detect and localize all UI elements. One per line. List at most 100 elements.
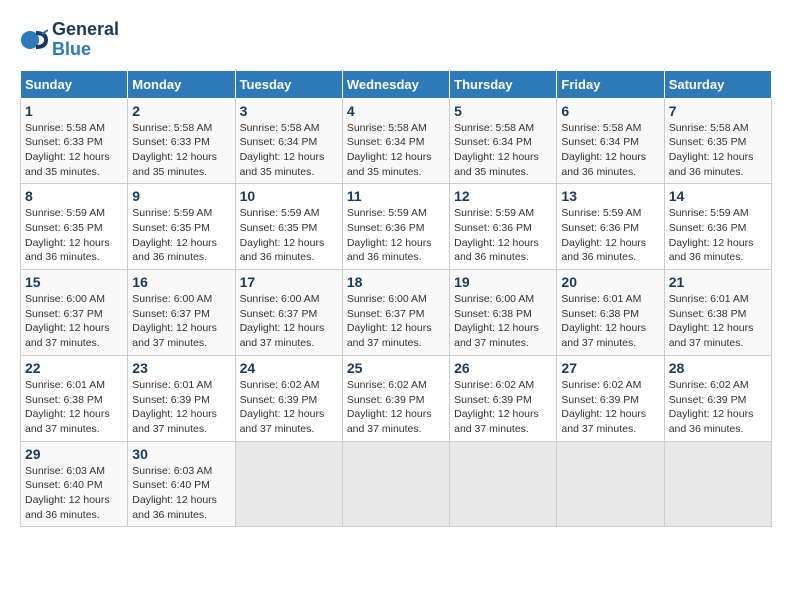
day-info: Sunrise: 5:59 AM Sunset: 6:35 PM Dayligh… xyxy=(25,206,123,265)
day-number: 24 xyxy=(240,360,338,376)
day-number: 5 xyxy=(454,103,552,119)
day-cell: 5 Sunrise: 5:58 AM Sunset: 6:34 PM Dayli… xyxy=(450,98,557,184)
column-header-friday: Friday xyxy=(557,70,664,98)
day-cell: 27 Sunrise: 6:02 AM Sunset: 6:39 PM Dayl… xyxy=(557,355,664,441)
day-cell: 12 Sunrise: 5:59 AM Sunset: 6:36 PM Dayl… xyxy=(450,184,557,270)
day-cell: 22 Sunrise: 6:01 AM Sunset: 6:38 PM Dayl… xyxy=(21,355,128,441)
column-header-sunday: Sunday xyxy=(21,70,128,98)
day-cell xyxy=(557,441,664,527)
day-info: Sunrise: 5:58 AM Sunset: 6:35 PM Dayligh… xyxy=(669,121,767,180)
day-info: Sunrise: 5:58 AM Sunset: 6:34 PM Dayligh… xyxy=(240,121,338,180)
day-number: 1 xyxy=(25,103,123,119)
column-header-thursday: Thursday xyxy=(450,70,557,98)
column-header-saturday: Saturday xyxy=(664,70,771,98)
day-cell: 18 Sunrise: 6:00 AM Sunset: 6:37 PM Dayl… xyxy=(342,270,449,356)
day-info: Sunrise: 6:03 AM Sunset: 6:40 PM Dayligh… xyxy=(132,464,230,523)
day-cell: 20 Sunrise: 6:01 AM Sunset: 6:38 PM Dayl… xyxy=(557,270,664,356)
day-info: Sunrise: 6:01 AM Sunset: 6:38 PM Dayligh… xyxy=(669,292,767,351)
day-number: 11 xyxy=(347,188,445,204)
day-number: 14 xyxy=(669,188,767,204)
day-info: Sunrise: 5:59 AM Sunset: 6:36 PM Dayligh… xyxy=(669,206,767,265)
day-number: 17 xyxy=(240,274,338,290)
day-cell: 14 Sunrise: 5:59 AM Sunset: 6:36 PM Dayl… xyxy=(664,184,771,270)
calendar-table: SundayMondayTuesdayWednesdayThursdayFrid… xyxy=(20,70,772,528)
day-info: Sunrise: 6:02 AM Sunset: 6:39 PM Dayligh… xyxy=(669,378,767,437)
day-cell: 17 Sunrise: 6:00 AM Sunset: 6:37 PM Dayl… xyxy=(235,270,342,356)
column-header-tuesday: Tuesday xyxy=(235,70,342,98)
day-number: 3 xyxy=(240,103,338,119)
day-info: Sunrise: 6:02 AM Sunset: 6:39 PM Dayligh… xyxy=(240,378,338,437)
day-info: Sunrise: 5:58 AM Sunset: 6:34 PM Dayligh… xyxy=(454,121,552,180)
day-info: Sunrise: 5:59 AM Sunset: 6:36 PM Dayligh… xyxy=(347,206,445,265)
day-number: 20 xyxy=(561,274,659,290)
day-number: 22 xyxy=(25,360,123,376)
day-cell: 26 Sunrise: 6:02 AM Sunset: 6:39 PM Dayl… xyxy=(450,355,557,441)
week-row-1: 1 Sunrise: 5:58 AM Sunset: 6:33 PM Dayli… xyxy=(21,98,772,184)
day-info: Sunrise: 6:00 AM Sunset: 6:37 PM Dayligh… xyxy=(132,292,230,351)
day-cell: 2 Sunrise: 5:58 AM Sunset: 6:33 PM Dayli… xyxy=(128,98,235,184)
day-cell: 19 Sunrise: 6:00 AM Sunset: 6:38 PM Dayl… xyxy=(450,270,557,356)
day-info: Sunrise: 5:58 AM Sunset: 6:34 PM Dayligh… xyxy=(561,121,659,180)
day-cell: 11 Sunrise: 5:59 AM Sunset: 6:36 PM Dayl… xyxy=(342,184,449,270)
day-number: 15 xyxy=(25,274,123,290)
day-number: 12 xyxy=(454,188,552,204)
header-row: SundayMondayTuesdayWednesdayThursdayFrid… xyxy=(21,70,772,98)
day-cell xyxy=(342,441,449,527)
day-cell: 24 Sunrise: 6:02 AM Sunset: 6:39 PM Dayl… xyxy=(235,355,342,441)
day-info: Sunrise: 6:00 AM Sunset: 6:38 PM Dayligh… xyxy=(454,292,552,351)
day-number: 16 xyxy=(132,274,230,290)
day-cell: 16 Sunrise: 6:00 AM Sunset: 6:37 PM Dayl… xyxy=(128,270,235,356)
day-number: 23 xyxy=(132,360,230,376)
week-row-4: 22 Sunrise: 6:01 AM Sunset: 6:38 PM Dayl… xyxy=(21,355,772,441)
day-cell: 28 Sunrise: 6:02 AM Sunset: 6:39 PM Dayl… xyxy=(664,355,771,441)
day-cell: 8 Sunrise: 5:59 AM Sunset: 6:35 PM Dayli… xyxy=(21,184,128,270)
day-number: 13 xyxy=(561,188,659,204)
day-number: 4 xyxy=(347,103,445,119)
day-number: 10 xyxy=(240,188,338,204)
day-number: 19 xyxy=(454,274,552,290)
day-info: Sunrise: 5:59 AM Sunset: 6:36 PM Dayligh… xyxy=(454,206,552,265)
day-info: Sunrise: 6:00 AM Sunset: 6:37 PM Dayligh… xyxy=(240,292,338,351)
day-number: 29 xyxy=(25,446,123,462)
day-cell: 4 Sunrise: 5:58 AM Sunset: 6:34 PM Dayli… xyxy=(342,98,449,184)
day-number: 30 xyxy=(132,446,230,462)
column-header-monday: Monday xyxy=(128,70,235,98)
day-info: Sunrise: 6:02 AM Sunset: 6:39 PM Dayligh… xyxy=(454,378,552,437)
day-cell: 30 Sunrise: 6:03 AM Sunset: 6:40 PM Dayl… xyxy=(128,441,235,527)
day-info: Sunrise: 5:58 AM Sunset: 6:33 PM Dayligh… xyxy=(132,121,230,180)
day-info: Sunrise: 5:59 AM Sunset: 6:36 PM Dayligh… xyxy=(561,206,659,265)
day-number: 26 xyxy=(454,360,552,376)
day-info: Sunrise: 6:01 AM Sunset: 6:39 PM Dayligh… xyxy=(132,378,230,437)
day-cell: 7 Sunrise: 5:58 AM Sunset: 6:35 PM Dayli… xyxy=(664,98,771,184)
day-cell xyxy=(450,441,557,527)
day-number: 2 xyxy=(132,103,230,119)
day-info: Sunrise: 6:02 AM Sunset: 6:39 PM Dayligh… xyxy=(561,378,659,437)
day-number: 7 xyxy=(669,103,767,119)
day-info: Sunrise: 6:02 AM Sunset: 6:39 PM Dayligh… xyxy=(347,378,445,437)
day-number: 6 xyxy=(561,103,659,119)
day-number: 18 xyxy=(347,274,445,290)
day-number: 28 xyxy=(669,360,767,376)
day-info: Sunrise: 5:58 AM Sunset: 6:34 PM Dayligh… xyxy=(347,121,445,180)
day-info: Sunrise: 6:03 AM Sunset: 6:40 PM Dayligh… xyxy=(25,464,123,523)
column-header-wednesday: Wednesday xyxy=(342,70,449,98)
day-number: 27 xyxy=(561,360,659,376)
logo: General Blue xyxy=(20,20,119,60)
logo-icon xyxy=(20,26,48,54)
day-cell: 3 Sunrise: 5:58 AM Sunset: 6:34 PM Dayli… xyxy=(235,98,342,184)
day-info: Sunrise: 6:00 AM Sunset: 6:37 PM Dayligh… xyxy=(25,292,123,351)
day-info: Sunrise: 6:00 AM Sunset: 6:37 PM Dayligh… xyxy=(347,292,445,351)
day-info: Sunrise: 6:01 AM Sunset: 6:38 PM Dayligh… xyxy=(561,292,659,351)
day-cell: 10 Sunrise: 5:59 AM Sunset: 6:35 PM Dayl… xyxy=(235,184,342,270)
day-cell: 29 Sunrise: 6:03 AM Sunset: 6:40 PM Dayl… xyxy=(21,441,128,527)
day-info: Sunrise: 5:59 AM Sunset: 6:35 PM Dayligh… xyxy=(132,206,230,265)
logo-text: General Blue xyxy=(52,20,119,60)
day-cell: 13 Sunrise: 5:59 AM Sunset: 6:36 PM Dayl… xyxy=(557,184,664,270)
page-header: General Blue xyxy=(20,20,772,60)
day-cell: 25 Sunrise: 6:02 AM Sunset: 6:39 PM Dayl… xyxy=(342,355,449,441)
week-row-2: 8 Sunrise: 5:59 AM Sunset: 6:35 PM Dayli… xyxy=(21,184,772,270)
day-cell: 23 Sunrise: 6:01 AM Sunset: 6:39 PM Dayl… xyxy=(128,355,235,441)
day-cell: 15 Sunrise: 6:00 AM Sunset: 6:37 PM Dayl… xyxy=(21,270,128,356)
week-row-5: 29 Sunrise: 6:03 AM Sunset: 6:40 PM Dayl… xyxy=(21,441,772,527)
day-number: 8 xyxy=(25,188,123,204)
